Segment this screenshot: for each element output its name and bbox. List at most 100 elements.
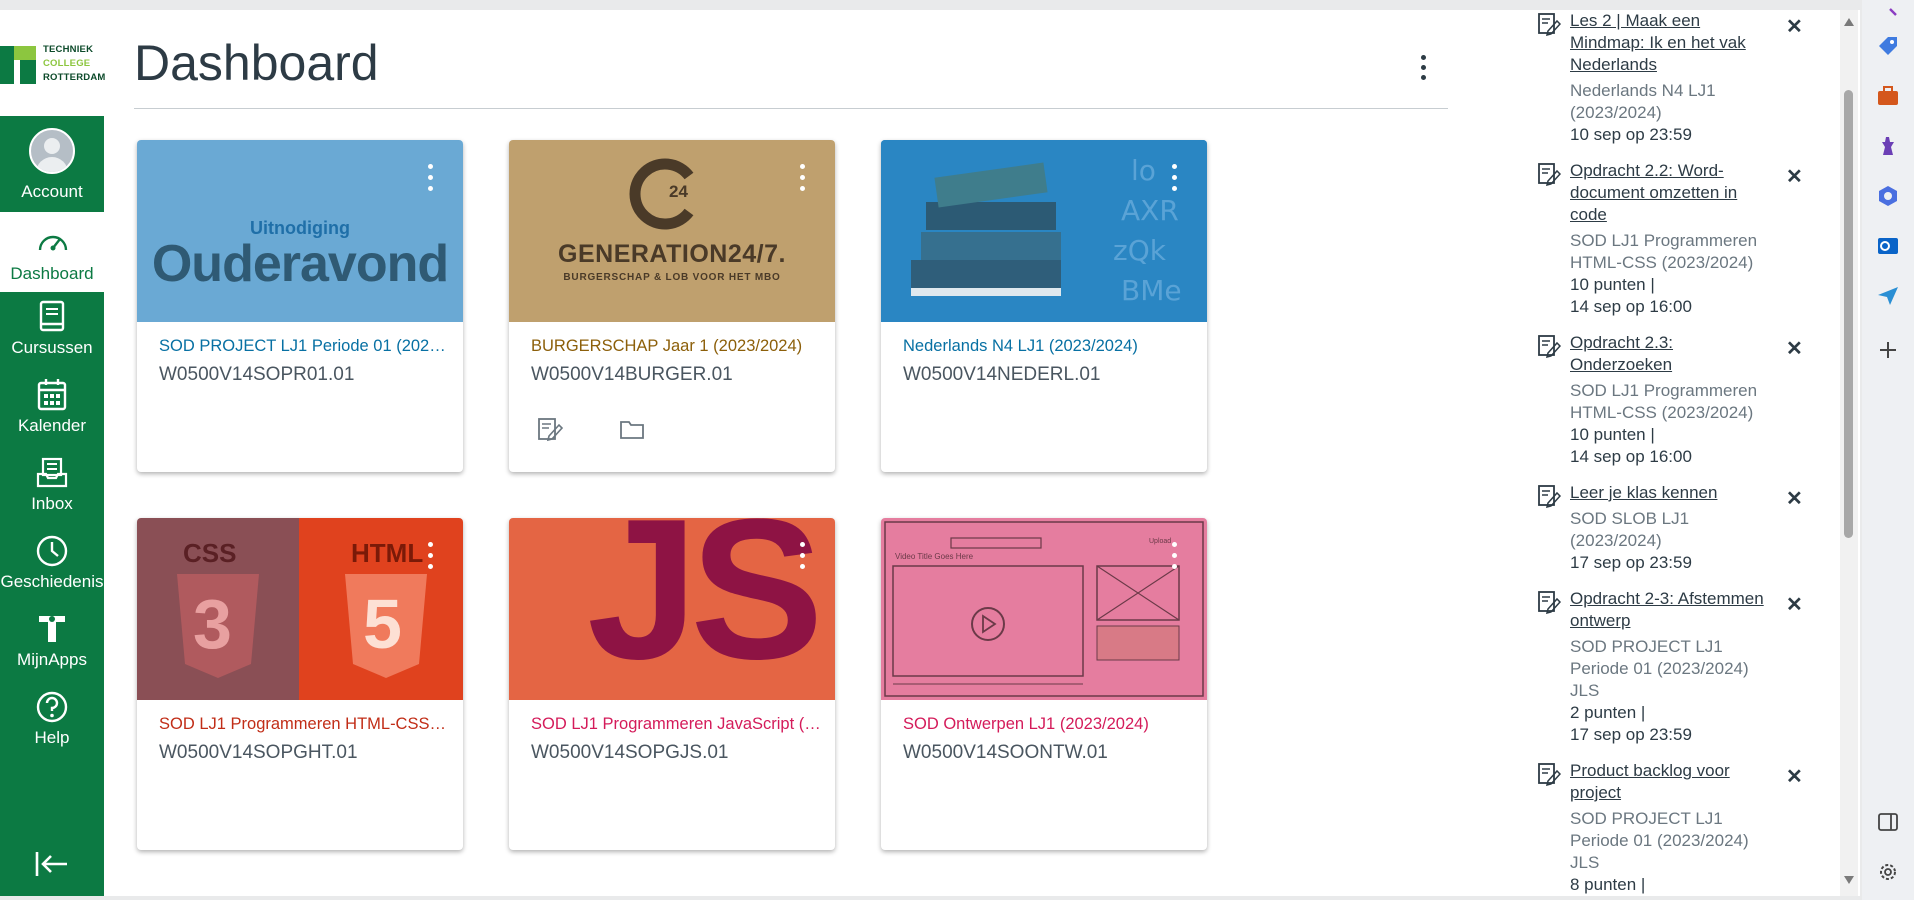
history-icon [36,535,68,567]
todo-item-link[interactable]: Opdracht 2.3: Onderzoeken [1570,332,1770,376]
logo-mark-icon [0,46,36,84]
card-options-button[interactable] [797,542,807,572]
todo-item-due: 14 sep op 16:00 [1570,447,1692,466]
dismiss-close-icon[interactable]: ✕ [1786,592,1803,617]
course-card-image[interactable]: 24 GENERATION24/7. BURGERSCHAP & LOB VOO… [509,140,835,322]
course-card-code: W0500V14SOPGJS.01 [531,742,729,763]
course-card-title[interactable]: SOD LJ1 Programmeren HTML-CSS (2023/2024… [159,715,449,734]
courses-icon [39,300,65,332]
nav-item-label: MijnApps [17,650,87,669]
send-icon[interactable] [1876,284,1900,308]
todo-item-course: SOD LJ1 Programmeren HTML-CSS (2023/2024… [1570,231,1758,272]
school-logo[interactable]: TECHNIEK COLLEGE ROTTERDAM [0,10,105,116]
assignment-icon [1538,485,1561,508]
card-options-button[interactable] [1169,164,1179,194]
todo-item-link[interactable]: Product backlog voor project [1570,760,1770,804]
card-options-button[interactable] [425,164,435,194]
course-card-title[interactable]: SOD LJ1 Programmeren JavaScript (2023/20… [531,715,821,734]
course-card[interactable]: JS SOD LJ1 Programmeren JavaScript (2023… [509,518,835,850]
course-card-code: W0500V14BURGER.01 [531,364,733,385]
hero-html-number: 5 [363,585,402,663]
nav-item-courses[interactable]: Cursussen [0,298,104,372]
todo-item-link[interactable]: Opdracht 2.2: Word-document omzetten in … [1570,160,1770,226]
hero-badge: 24 [669,182,688,201]
todo-item-points: 10 punten | [1570,425,1655,444]
assignments-icon[interactable] [537,416,563,442]
hero-text: Ouderavond [151,235,449,293]
books-illustration-icon: lo AXR zQk BMe [881,140,1207,322]
settings-gear-icon[interactable] [1876,860,1900,884]
svg-text:AXR: AXR [1121,194,1179,227]
course-card-image[interactable]: Uitnodiging Ouderavond [137,140,463,322]
scrollbar-thumb[interactable] [1844,90,1853,538]
nav-item-label: Account [21,182,83,201]
dismiss-close-icon[interactable]: ✕ [1786,14,1803,39]
dismiss-close-icon[interactable]: ✕ [1786,486,1803,511]
files-icon[interactable] [619,416,645,442]
assignment-icon [1538,335,1561,358]
card-options-button[interactable] [425,542,435,572]
todo-item-link[interactable]: Les 2 | Maak een Mindmap: Ik en het vak … [1570,10,1770,76]
svg-text:BMe: BMe [1121,274,1182,307]
nav-item-history[interactable]: Geschiedenis [0,532,104,606]
avatar [29,128,75,174]
course-card-title[interactable]: Nederlands N4 LJ1 (2023/2024) [903,337,1193,356]
course-card-title[interactable]: BURGERSCHAP Jaar 1 (2023/2024) [531,337,821,356]
toolbox-icon[interactable] [1876,84,1900,108]
todo-scrollbar[interactable] [1840,10,1858,896]
dashboard-icon [38,235,68,251]
hero-text: GENERATION24/7. [558,240,786,268]
card-options-button[interactable] [797,164,807,194]
course-card-image[interactable]: CSS HTML 3 5 [137,518,463,700]
svg-text:zQk: zQk [1113,234,1167,267]
course-card-title[interactable]: SOD PROJECT LJ1 Periode 01 (2023/2024) [159,337,449,356]
nav-item-label: Kalender [17,416,87,435]
svg-text:lo: lo [1131,154,1156,187]
chess-icon[interactable] [1876,134,1900,158]
sidebar-toggle-icon[interactable] [1876,810,1900,834]
nav-item-label: Cursussen [11,338,93,357]
card-options-button[interactable] [1169,542,1179,572]
course-card[interactable]: lo AXR zQk BMe Nederlands N4 LJ1 (2023/2… [881,140,1207,472]
todo-item-link[interactable]: Opdracht 2-3: Afstemmen ontwerp [1570,588,1770,632]
dismiss-close-icon[interactable]: ✕ [1786,164,1803,189]
course-card-image[interactable]: Video Title Goes Here Upload [881,518,1207,700]
add-icon[interactable] [1876,338,1900,362]
dashboard-options-button[interactable] [1410,50,1436,86]
nav-item-label: Geschiedenis [0,572,104,591]
course-card-title[interactable]: SOD Ontwerpen LJ1 (2023/2024) [903,715,1193,734]
nav-item-apps[interactable]: MijnApps [0,610,104,684]
scroll-up-icon[interactable] [1844,18,1854,26]
nav-item-label: Help [34,728,70,747]
course-card[interactable]: Uitnodiging Ouderavond SOD PROJECT LJ1 P… [137,140,463,472]
dismiss-close-icon[interactable]: ✕ [1786,336,1803,361]
sidebar-top-icon[interactable] [1876,2,1900,26]
course-card-image[interactable]: JS [509,518,835,700]
nav-item-dashboard[interactable]: Dashboard [0,212,104,292]
course-card[interactable]: Video Title Goes Here Upload SOD Ontwerp… [881,518,1207,850]
hero-video-title: Video Title Goes Here [895,552,974,561]
todo-item-link[interactable]: Leer je klas kennen [1570,482,1770,504]
todo-item-due: 17 sep op 23:59 [1570,725,1692,744]
hero-css-label: CSS [183,538,237,568]
todo-item-course: SOD PROJECT LJ1 Periode 01 (2023/2024) J… [1570,637,1749,700]
course-card-image[interactable]: lo AXR zQk BMe [881,140,1207,322]
nav-item-calendar[interactable]: Kalender [0,376,104,450]
dismiss-close-icon[interactable]: ✕ [1786,764,1803,789]
outlook-icon[interactable] [1876,234,1900,258]
course-card-code: W0500V14SOONTW.01 [903,742,1108,763]
todo-item-course: Nederlands N4 LJ1 (2023/2024) [1570,81,1716,122]
nav-item-inbox[interactable]: Inbox [0,454,104,528]
course-card[interactable]: CSS HTML 3 5 SOD LJ1 Programmeren HTML-C… [137,518,463,850]
todo-item-course: SOD SLOB LJ1 (2023/2024) [1570,509,1690,550]
tag-icon[interactable] [1876,34,1900,58]
collapse-nav-icon[interactable] [34,850,70,878]
hero-css-number: 3 [193,585,232,663]
scroll-down-icon[interactable] [1844,876,1854,884]
copilot-icon[interactable] [1876,184,1900,208]
nav-item-account[interactable]: Account [0,122,104,201]
course-card-code: W0500V14SOPGHT.01 [159,742,358,763]
course-card[interactable]: 24 GENERATION24/7. BURGERSCHAP & LOB VOO… [509,140,835,472]
nav-item-help[interactable]: Help [0,688,104,762]
todo-item-course: SOD LJ1 Programmeren HTML-CSS (2023/2024… [1570,381,1758,422]
